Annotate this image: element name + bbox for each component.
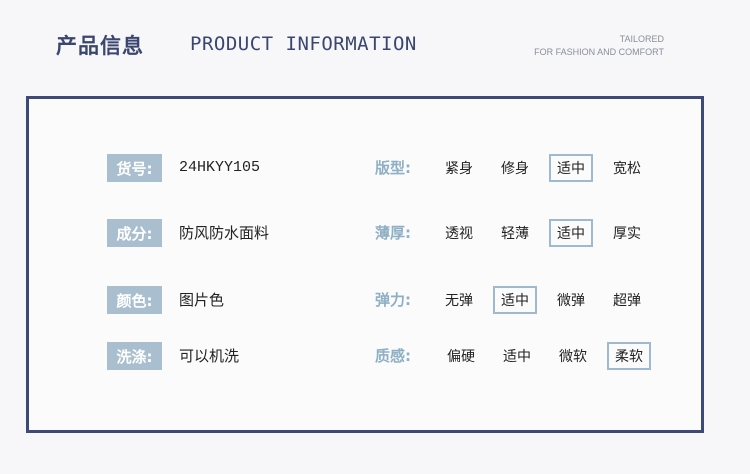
tagline-line1: TAILORED: [619, 34, 664, 44]
attr-fit: 版型:: [375, 159, 411, 177]
option-thickness-0: 透视: [445, 226, 473, 242]
info-row-washing: 洗涤: 可以机洗 质感: 偏硬 适中 微软 柔软: [29, 342, 701, 372]
option-thickness-3: 厚实: [613, 226, 641, 242]
value-sku: 24HKYY105: [179, 159, 261, 176]
option-texture-2: 微软: [559, 349, 587, 365]
option-fit-3: 宽松: [613, 161, 641, 177]
label-washing: 洗涤:: [107, 342, 162, 370]
title-en: PRODUCT INFORMATION: [190, 33, 417, 55]
value-color: 图片色: [179, 291, 225, 309]
option-fit-1: 修身: [501, 161, 529, 177]
value-material: 防风防水面料: [179, 224, 270, 242]
option-elasticity-0: 无弹: [445, 293, 473, 309]
attr-texture: 质感:: [375, 347, 411, 365]
option-elasticity-3: 超弹: [613, 293, 641, 309]
label-sku: 货号:: [107, 154, 162, 182]
option-elasticity-2: 微弹: [557, 293, 585, 309]
option-thickness-1: 轻薄: [501, 226, 529, 242]
option-texture-1: 适中: [503, 349, 531, 365]
info-row-material: 成分: 防风防水面料 薄厚: 透视 轻薄 适中 厚实: [29, 219, 701, 249]
tagline: TAILORED FOR FASHION AND COMFORT: [534, 33, 664, 59]
option-fit-0: 紧身: [445, 161, 473, 177]
info-row-color: 颜色: 图片色 弹力: 无弹 适中 微弹 超弹: [29, 286, 701, 316]
option-texture-0: 偏硬: [447, 349, 475, 365]
option-fit-2-selected: 适中: [549, 154, 593, 182]
label-material: 成分:: [107, 219, 162, 247]
label-color: 颜色:: [107, 286, 162, 314]
attr-elasticity: 弹力:: [375, 291, 411, 309]
tagline-line2: FOR FASHION AND COMFORT: [534, 47, 664, 57]
option-texture-3-selected: 柔软: [607, 342, 651, 370]
option-thickness-2-selected: 适中: [549, 219, 593, 247]
option-elasticity-1-selected: 适中: [493, 286, 537, 314]
title-cn: 产品信息: [56, 34, 144, 58]
value-washing: 可以机洗: [179, 347, 240, 365]
product-info-panel: 货号: 24HKYY105 版型: 紧身 修身 适中 宽松 成分: 防风防水面料…: [26, 96, 704, 433]
attr-thickness: 薄厚:: [375, 224, 411, 242]
info-row-sku: 货号: 24HKYY105 版型: 紧身 修身 适中 宽松: [29, 154, 701, 184]
